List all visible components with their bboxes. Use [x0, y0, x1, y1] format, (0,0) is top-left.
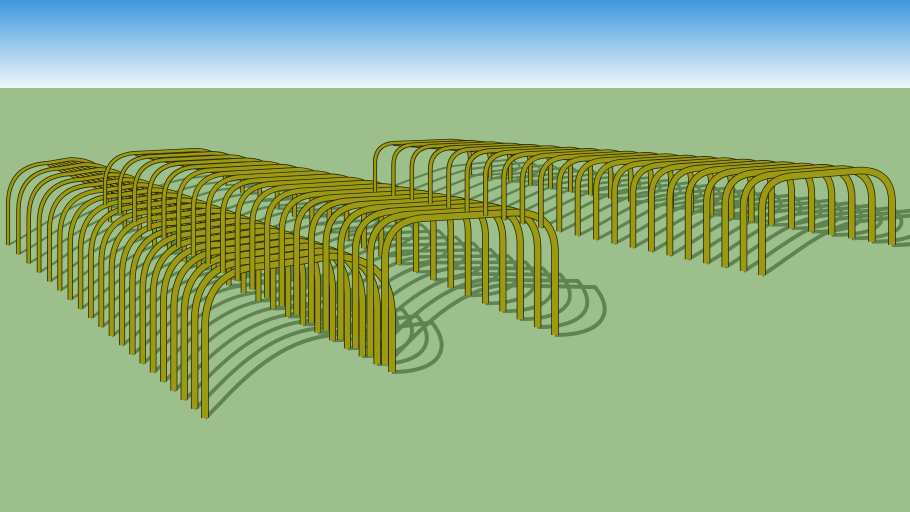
- sketchup-viewport[interactable]: [0, 0, 910, 512]
- sky: [0, 0, 910, 89]
